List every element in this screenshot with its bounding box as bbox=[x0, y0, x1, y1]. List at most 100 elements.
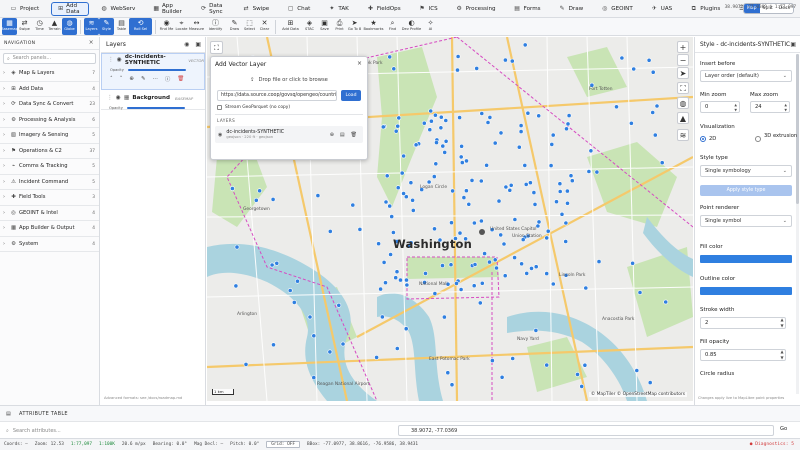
outline-color-swatch[interactable] bbox=[700, 287, 792, 295]
incident-point[interactable] bbox=[575, 371, 580, 377]
incident-point[interactable] bbox=[398, 277, 403, 283]
incident-point[interactable] bbox=[269, 262, 275, 268]
incident-point[interactable] bbox=[469, 177, 475, 183]
stroke-width-input[interactable]: 2 bbox=[700, 317, 786, 329]
incident-point[interactable] bbox=[548, 163, 554, 169]
incident-point[interactable] bbox=[384, 173, 390, 179]
nav-item-system[interactable]: › ⚙ System 4 bbox=[0, 237, 99, 252]
incident-point[interactable] bbox=[458, 287, 464, 292]
incident-point[interactable] bbox=[253, 197, 259, 203]
tool-basemap[interactable]: ▦ Basemap bbox=[1, 18, 18, 35]
tool-print[interactable]: ⎙ Print bbox=[332, 18, 347, 35]
incident-point[interactable] bbox=[394, 346, 400, 351]
incident-point[interactable] bbox=[427, 127, 433, 133]
incident-point[interactable] bbox=[381, 259, 387, 265]
incident-point[interactable] bbox=[564, 188, 570, 194]
incident-point[interactable] bbox=[421, 120, 427, 126]
tool-locate[interactable]: ⌖ Locate bbox=[174, 18, 189, 35]
incident-point[interactable] bbox=[510, 356, 516, 361]
incident-point[interactable] bbox=[522, 162, 528, 168]
load-button[interactable]: Load bbox=[341, 90, 361, 101]
dialog-layer-item[interactable]: ◉ dc-incidents-SYNTHETIC geojson · 220 f… bbox=[215, 126, 363, 143]
incident-point[interactable] bbox=[472, 262, 478, 267]
incident-point[interactable] bbox=[404, 277, 409, 283]
incident-point[interactable] bbox=[554, 199, 559, 205]
incident-point[interactable] bbox=[271, 342, 276, 348]
incident-point[interactable] bbox=[503, 184, 509, 190]
incident-point[interactable] bbox=[423, 270, 428, 276]
incident-point[interactable] bbox=[413, 142, 419, 148]
incident-point[interactable] bbox=[478, 218, 484, 224]
stepper-icon[interactable]: ▲ ▼ bbox=[778, 349, 786, 361]
compass-icon[interactable]: ➤ bbox=[677, 67, 689, 79]
incident-point[interactable] bbox=[408, 180, 414, 186]
stream-geoparquet-checkbox[interactable]: Stream GeoParquet (no copy) bbox=[217, 105, 361, 110]
incident-point[interactable] bbox=[471, 220, 477, 226]
fullscreen-icon[interactable]: ⛶ bbox=[677, 82, 689, 94]
incident-point[interactable] bbox=[525, 110, 531, 116]
incident-point[interactable] bbox=[390, 230, 396, 235]
tool-terrain[interactable]: ▲ Terrain bbox=[47, 18, 62, 35]
incident-point[interactable] bbox=[482, 251, 487, 256]
max-zoom-input[interactable]: 24 ▲ ▼ bbox=[750, 101, 790, 113]
tool-globe[interactable]: ◍ Globe bbox=[62, 18, 77, 35]
incident-point[interactable] bbox=[499, 374, 505, 380]
stepper-icon[interactable]: ▲ ▼ bbox=[734, 103, 737, 112]
delete-icon[interactable]: 🗑 bbox=[177, 76, 184, 82]
incident-point[interactable] bbox=[410, 207, 416, 213]
nav-item-add-data[interactable]: › ⊞ Add Data 4 bbox=[0, 82, 99, 97]
diagnostics-badge[interactable]: ● Diagnostics: 5 bbox=[750, 442, 794, 447]
incident-point[interactable] bbox=[395, 123, 401, 129]
tool-select[interactable]: ⬚ Select bbox=[242, 18, 257, 35]
move-down-icon[interactable]: ˅ bbox=[120, 76, 123, 82]
opacity-slider[interactable] bbox=[127, 68, 186, 71]
menu-swipe[interactable]: ⇄ Swipe bbox=[237, 2, 276, 16]
incident-point[interactable] bbox=[287, 288, 293, 293]
tool-draw[interactable]: ✎ Draw bbox=[227, 18, 242, 35]
info-icon[interactable]: ⓘ bbox=[165, 75, 170, 83]
apply-style-button[interactable]: Apply style type bbox=[700, 185, 792, 196]
visibility-icon[interactable]: ◉ bbox=[218, 132, 222, 138]
tool-go-to-8[interactable]: ➤ Go To 8 bbox=[347, 18, 362, 35]
incident-point[interactable] bbox=[502, 57, 508, 63]
incident-point[interactable] bbox=[454, 280, 459, 286]
incident-point[interactable] bbox=[257, 188, 262, 194]
insert-before-select[interactable]: Layer order (default) ⌄ bbox=[700, 70, 792, 82]
incident-point[interactable] bbox=[498, 130, 504, 136]
drag-handle-icon[interactable]: ⋮ bbox=[107, 95, 113, 101]
incident-point[interactable] bbox=[448, 262, 454, 268]
delete-icon[interactable]: 🗑 bbox=[351, 132, 357, 138]
incident-point[interactable] bbox=[646, 57, 652, 63]
incident-point[interactable] bbox=[531, 190, 537, 195]
drag-handle-icon[interactable]: ⋮ bbox=[108, 57, 114, 63]
nav-item-processing-analysis[interactable]: › ⚙ Processing & Analysis 6 bbox=[0, 113, 99, 128]
incident-point[interactable] bbox=[583, 285, 589, 291]
grid-select[interactable]: Grid: OFF bbox=[266, 441, 301, 448]
menu-fieldops[interactable]: ✚ FieldOps bbox=[361, 2, 407, 16]
incident-point[interactable] bbox=[458, 154, 464, 160]
incident-point[interactable] bbox=[479, 111, 485, 116]
tool-measure[interactable]: ↔ Measure bbox=[189, 18, 204, 35]
nav-search-input[interactable]: ⌕ Search panels... bbox=[3, 53, 96, 64]
incident-point[interactable] bbox=[327, 349, 333, 355]
incident-point[interactable] bbox=[524, 270, 530, 276]
viz-3d-radio[interactable]: 3D extrusion bbox=[755, 133, 799, 142]
incident-point[interactable] bbox=[443, 118, 449, 123]
incident-point[interactable] bbox=[380, 124, 386, 130]
incident-point[interactable] bbox=[378, 286, 383, 292]
incident-point[interactable] bbox=[557, 181, 563, 187]
incident-point[interactable] bbox=[637, 290, 643, 295]
min-zoom-input[interactable]: 0 ▲ ▼ bbox=[700, 101, 740, 113]
incident-point[interactable] bbox=[387, 54, 393, 60]
panel-collapse-icon[interactable]: ▣ bbox=[790, 41, 796, 48]
menu-add-data[interactable]: ⊞ Add Data bbox=[51, 1, 89, 16]
layer-row-incidents[interactable]: ⋮ ◉ dc-incidents-SYNTHETIC VECTOR Opacit… bbox=[101, 53, 205, 90]
incident-point[interactable] bbox=[533, 327, 539, 333]
incident-point[interactable] bbox=[403, 326, 409, 332]
menu-plugins[interactable]: ⧉ Plugins bbox=[684, 2, 726, 16]
incident-point[interactable] bbox=[428, 118, 434, 124]
incident-point[interactable] bbox=[508, 182, 514, 188]
opacity-slider[interactable] bbox=[126, 106, 185, 109]
incident-point[interactable] bbox=[650, 110, 656, 115]
incident-point[interactable] bbox=[654, 103, 660, 109]
